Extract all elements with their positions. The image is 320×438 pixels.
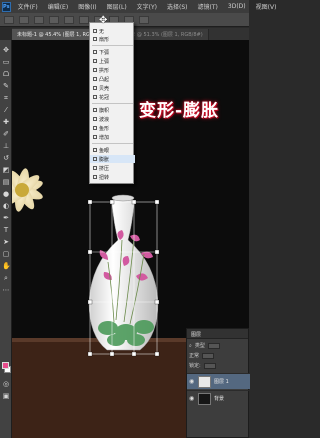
warp-option-fisheye[interactable]: 鱼眼 bbox=[90, 146, 135, 154]
foreground-color-swatch[interactable] bbox=[2, 362, 9, 369]
lasso-tool-icon[interactable]: ᗝ bbox=[2, 70, 10, 78]
warp-option-bulge[interactable]: 凸起 bbox=[90, 75, 135, 83]
filter-search-icon[interactable]: ⌕ bbox=[189, 343, 192, 349]
history-brush-tool-icon[interactable]: ↺ bbox=[2, 154, 10, 162]
warp-option-wave[interactable]: 波浪 bbox=[90, 115, 135, 123]
layer-name[interactable]: 图层 1 bbox=[214, 378, 229, 385]
marquee-tool-icon[interactable]: ▭ bbox=[2, 58, 10, 66]
blur-tool-icon[interactable]: ● bbox=[2, 190, 10, 198]
warp-option-inflate[interactable]: 膨胀 bbox=[90, 155, 135, 163]
layers-panel: 图层 ⌕ 类型 正常 锁定: ◉ 图层 1 ◉ 背景 bbox=[186, 328, 250, 438]
menu-file[interactable]: 文件(F) bbox=[13, 2, 43, 11]
lock-row: 锁定: bbox=[187, 362, 250, 369]
menu-filter[interactable]: 滤镜(T) bbox=[193, 2, 223, 11]
menu-view[interactable]: 视图(V) bbox=[251, 2, 282, 11]
clone-stamp-tool-icon[interactable]: ⊥ bbox=[2, 142, 10, 150]
crop-tool-icon[interactable]: ⌗ bbox=[2, 94, 10, 102]
bend-field[interactable] bbox=[79, 15, 89, 24]
layer-thumbnail bbox=[198, 392, 211, 405]
warp-option-squeeze[interactable]: 挤压 bbox=[90, 164, 135, 172]
tab-layers[interactable]: 图层 bbox=[187, 329, 248, 339]
menu-separator bbox=[92, 45, 133, 46]
warp-option-arc-lower[interactable]: 下弧 bbox=[90, 48, 135, 56]
hand-tool-icon[interactable]: ✋ bbox=[2, 262, 11, 270]
layer-thumbnail bbox=[198, 375, 211, 388]
warp-option-rise[interactable]: 增加 bbox=[90, 133, 135, 141]
blend-mode-select[interactable]: 正常 bbox=[189, 352, 199, 359]
menu-layer[interactable]: 图层(L) bbox=[102, 2, 132, 11]
menu-edit[interactable]: 编辑(E) bbox=[43, 2, 73, 11]
warp-option-flower[interactable]: 花冠 bbox=[90, 93, 135, 101]
quick-select-tool-icon[interactable]: ✎ bbox=[2, 82, 10, 90]
reference-point-control[interactable] bbox=[19, 15, 29, 24]
zoom-tool-icon[interactable]: ⌕ bbox=[2, 274, 10, 282]
brush-tool-icon[interactable]: ✐ bbox=[2, 130, 10, 138]
menu-separator bbox=[92, 143, 133, 144]
warp-option-shell[interactable]: 贝壳 bbox=[90, 84, 135, 92]
tools-panel: ✥ ▭ ᗝ ✎ ⌗ ⁄ ✚ ✐ ⊥ ↺ ◩ ▤ ● ◐ ✒ T ➤ ▢ ✋ ⌕ … bbox=[0, 40, 12, 438]
lock-label: 锁定: bbox=[189, 363, 201, 369]
mouse-cursor-icon: ✥ bbox=[99, 15, 108, 26]
move-tool-icon[interactable]: ✥ bbox=[2, 46, 10, 54]
layer-kind-select[interactable]: 类型 bbox=[195, 342, 205, 349]
warp-option-fish[interactable]: 鱼形 bbox=[90, 124, 135, 132]
warp-option-arc[interactable]: 扇形 bbox=[90, 35, 135, 43]
quick-mask-icon[interactable]: ◎ bbox=[2, 380, 10, 388]
menu-bar: Ps 文件(F) 编辑(E) 图像(I) 图层(L) 文字(Y) 选择(S) 滤… bbox=[0, 0, 276, 13]
screen-mode-icon[interactable]: ▣ bbox=[2, 392, 10, 400]
menu-image[interactable]: 图像(I) bbox=[73, 2, 101, 11]
dodge-tool-icon[interactable]: ◐ bbox=[2, 202, 10, 210]
eraser-tool-icon[interactable]: ◩ bbox=[2, 166, 10, 174]
filter-toggle[interactable] bbox=[207, 342, 220, 349]
warp-option-twist[interactable]: 扭转 bbox=[90, 173, 135, 181]
visibility-eye-icon[interactable]: ◉ bbox=[189, 395, 195, 402]
layer-row[interactable]: ◉ 图层 1 bbox=[187, 373, 250, 389]
warp-mode-toggle[interactable] bbox=[34, 15, 44, 24]
warp-style-select[interactable] bbox=[49, 15, 59, 24]
orientation-button[interactable] bbox=[64, 15, 74, 24]
opacity-field[interactable] bbox=[202, 352, 215, 359]
warp-option-arc-upper[interactable]: 上弧 bbox=[90, 57, 135, 65]
commit-transform-button[interactable] bbox=[139, 15, 149, 24]
menu-separator bbox=[92, 103, 133, 104]
canvas-title-text: 变形-膨胀 bbox=[139, 101, 220, 121]
warp-option-arch[interactable]: 拱形 bbox=[90, 66, 135, 74]
visibility-eye-icon[interactable]: ◉ bbox=[189, 378, 195, 385]
menu-type[interactable]: 文字(Y) bbox=[132, 2, 162, 11]
layer-row[interactable]: ◉ 背景 bbox=[187, 390, 250, 406]
warp-option-none[interactable]: 无 bbox=[90, 27, 135, 35]
more-tools-icon[interactable]: ⋯ bbox=[2, 286, 10, 294]
path-select-tool-icon[interactable]: ➤ bbox=[2, 238, 10, 246]
warp-style-dropdown: 无 扇形 下弧 上弧 拱形 凸起 贝壳 花冠 旗帜 波浪 鱼形 增加 鱼眼 膨胀… bbox=[89, 22, 135, 184]
photoshop-logo: Ps bbox=[2, 1, 11, 12]
type-tool-icon[interactable]: T bbox=[2, 226, 10, 234]
fill-field[interactable] bbox=[203, 362, 216, 369]
pen-tool-icon[interactable]: ✒ bbox=[2, 214, 10, 222]
menu-select[interactable]: 选择(S) bbox=[162, 2, 193, 11]
shape-tool-icon[interactable]: ▢ bbox=[2, 250, 10, 258]
tool-preset-picker[interactable] bbox=[4, 15, 14, 24]
menu-3d[interactable]: 3D(D) bbox=[223, 3, 251, 10]
healing-brush-tool-icon[interactable]: ✚ bbox=[2, 118, 10, 126]
warp-option-flag[interactable]: 旗帜 bbox=[90, 106, 135, 114]
eyedropper-tool-icon[interactable]: ⁄ bbox=[2, 106, 10, 114]
blend-mode-row: 正常 bbox=[187, 352, 250, 359]
layer-filter-row: ⌕ 类型 bbox=[187, 342, 250, 349]
gradient-tool-icon[interactable]: ▤ bbox=[2, 178, 10, 186]
layer-name[interactable]: 背景 bbox=[214, 395, 224, 402]
